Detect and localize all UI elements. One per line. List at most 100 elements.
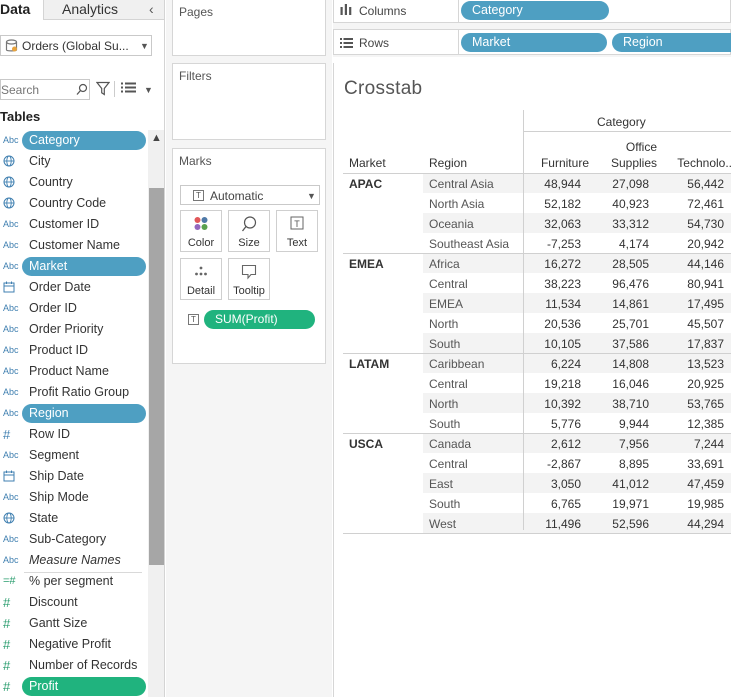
value-cell[interactable]: 19,985 — [660, 497, 724, 511]
office-supplies-header[interactable]: Office Supplies — [589, 139, 657, 171]
value-cell[interactable]: 40,923 — [589, 197, 649, 211]
scroll-up-icon[interactable]: ▲ — [151, 132, 162, 144]
field-item[interactable]: Abc Category — [0, 130, 148, 151]
value-cell[interactable]: 7,244 — [660, 437, 724, 451]
category-column-pill[interactable]: Category — [461, 1, 609, 20]
value-cell[interactable]: 53,765 — [660, 397, 724, 411]
value-cell[interactable]: 32,063 — [523, 217, 581, 231]
value-cell[interactable]: 54,730 — [660, 217, 724, 231]
data-source-dropdown[interactable]: Orders (Global Su... ▼ — [0, 35, 152, 56]
value-cell[interactable]: 80,941 — [660, 277, 724, 291]
region-cell[interactable]: South — [429, 417, 460, 431]
region-cell[interactable]: EMEA — [429, 297, 463, 311]
market-cell[interactable]: EMEA — [349, 257, 384, 271]
field-item[interactable]: Country — [0, 172, 148, 193]
region-row-pill[interactable]: Region — [612, 33, 731, 52]
value-cell[interactable]: 14,808 — [589, 357, 649, 371]
value-cell[interactable]: 20,942 — [660, 237, 724, 251]
value-cell[interactable]: 19,218 — [523, 377, 581, 391]
region-cell[interactable]: North Asia — [429, 197, 484, 211]
region-cell[interactable]: North — [429, 397, 458, 411]
value-cell[interactable]: -7,253 — [523, 237, 581, 251]
columns-shelf[interactable]: Columns Category — [333, 0, 731, 23]
region-cell[interactable]: East — [429, 477, 453, 491]
field-item[interactable]: Abc Customer ID — [0, 214, 148, 235]
filters-card[interactable]: Filters — [172, 63, 326, 140]
field-item[interactable]: Abc Sub-Category — [0, 529, 148, 550]
field-item[interactable]: # Profit — [0, 676, 148, 697]
region-cell[interactable]: Caribbean — [429, 357, 484, 371]
filter-icon[interactable] — [96, 81, 110, 96]
collapse-pane-icon[interactable]: ‹ — [149, 1, 154, 17]
technology-header[interactable]: Technolo.. — [660, 156, 731, 170]
value-cell[interactable]: 44,146 — [660, 257, 724, 271]
region-cell[interactable]: West — [429, 517, 456, 531]
market-cell[interactable]: LATAM — [349, 357, 389, 371]
value-cell[interactable]: 33,691 — [660, 457, 724, 471]
color-button[interactable]: Color — [180, 210, 222, 252]
value-cell[interactable]: 11,496 — [523, 517, 581, 531]
value-cell[interactable]: 8,895 — [589, 457, 649, 471]
field-item[interactable]: Abc Segment — [0, 445, 148, 466]
value-cell[interactable]: 6,765 — [523, 497, 581, 511]
value-cell[interactable]: 38,710 — [589, 397, 649, 411]
value-cell[interactable]: 48,944 — [523, 177, 581, 191]
value-cell[interactable]: 96,476 — [589, 277, 649, 291]
region-cell[interactable]: North — [429, 317, 458, 331]
region-cell[interactable]: Central Asia — [429, 177, 494, 191]
market-cell[interactable]: APAC — [349, 177, 382, 191]
field-item[interactable]: # Row ID — [0, 424, 148, 445]
detail-button[interactable]: Detail — [180, 258, 222, 300]
value-cell[interactable]: 5,776 — [523, 417, 581, 431]
value-cell[interactable]: 20,925 — [660, 377, 724, 391]
region-cell[interactable]: Oceania — [429, 217, 474, 231]
value-cell[interactable]: 44,294 — [660, 517, 724, 531]
value-cell[interactable]: 52,596 — [589, 517, 649, 531]
value-cell[interactable]: 52,182 — [523, 197, 581, 211]
furniture-header[interactable]: Furniture — [523, 156, 589, 170]
field-item[interactable]: # Gantt Size — [0, 613, 148, 634]
region-cell[interactable]: Central — [429, 277, 468, 291]
chevron-down-icon[interactable]: ▼ — [144, 85, 153, 95]
region-cell[interactable]: South — [429, 337, 460, 351]
field-list-scrollbar[interactable]: ▲ — [148, 130, 164, 697]
field-item[interactable]: # Discount — [0, 592, 148, 613]
size-button[interactable]: Size — [228, 210, 270, 252]
region-cell[interactable]: Africa — [429, 257, 460, 271]
value-cell[interactable]: -2,867 — [523, 457, 581, 471]
field-item[interactable]: Country Code — [0, 193, 148, 214]
value-cell[interactable]: 13,523 — [660, 357, 724, 371]
value-cell[interactable]: 27,098 — [589, 177, 649, 191]
field-item[interactable]: # Negative Profit — [0, 634, 148, 655]
value-cell[interactable]: 20,536 — [523, 317, 581, 331]
field-item[interactable]: Order Date — [0, 277, 148, 298]
value-cell[interactable]: 6,224 — [523, 357, 581, 371]
value-cell[interactable]: 17,837 — [660, 337, 724, 351]
value-cell[interactable]: 12,385 — [660, 417, 724, 431]
tab-data[interactable]: Data — [0, 0, 44, 20]
value-cell[interactable]: 47,459 — [660, 477, 724, 491]
value-cell[interactable]: 56,442 — [660, 177, 724, 191]
value-cell[interactable]: 37,586 — [589, 337, 649, 351]
text-button[interactable]: T Text — [276, 210, 318, 252]
field-item[interactable]: Abc Measure Names — [0, 550, 148, 571]
region-cell[interactable]: South — [429, 497, 460, 511]
region-cell[interactable]: Canada — [429, 437, 471, 451]
field-item[interactable]: Abc Product Name — [0, 361, 148, 382]
field-item[interactable]: Abc Profit Ratio Group — [0, 382, 148, 403]
value-cell[interactable]: 45,507 — [660, 317, 724, 331]
field-item[interactable]: Abc Customer Name — [0, 235, 148, 256]
region-cell[interactable]: Southeast Asia — [429, 237, 509, 251]
field-item[interactable]: =# % per segment — [0, 571, 148, 592]
region-cell[interactable]: Central — [429, 457, 468, 471]
value-cell[interactable]: 2,612 — [523, 437, 581, 451]
field-item[interactable]: # Number of Records — [0, 655, 148, 676]
region-cell[interactable]: Central — [429, 377, 468, 391]
value-cell[interactable]: 28,505 — [589, 257, 649, 271]
value-cell[interactable]: 10,105 — [523, 337, 581, 351]
value-cell[interactable]: 33,312 — [589, 217, 649, 231]
value-cell[interactable]: 17,495 — [660, 297, 724, 311]
value-cell[interactable]: 72,461 — [660, 197, 724, 211]
field-item[interactable]: Abc Product ID — [0, 340, 148, 361]
value-cell[interactable]: 7,956 — [589, 437, 649, 451]
